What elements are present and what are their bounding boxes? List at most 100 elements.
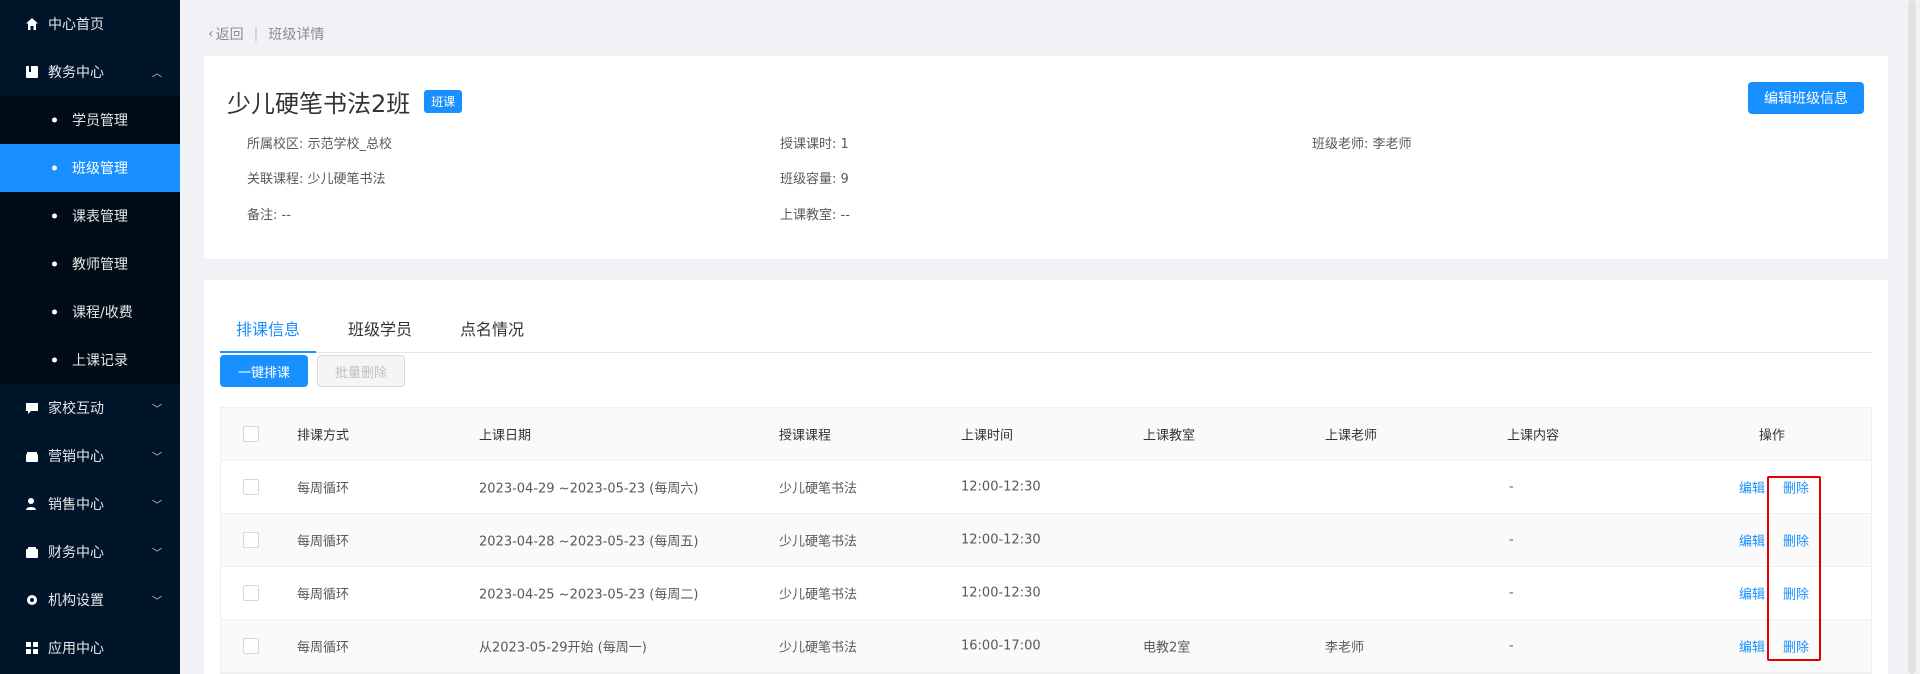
header-date: 上课日期 — [479, 428, 532, 444]
menu-apps[interactable]: 应用中心 — [0, 624, 180, 672]
back-label: 返回 — [215, 27, 244, 43]
menu-settings[interactable]: 机构设置 ﹀ — [0, 576, 180, 624]
cell-mode: 每周循环 — [297, 640, 350, 656]
table-row: 每周循环 2023-04-28 ~2023-05-23 (每周五) 少儿硬笔书法… — [221, 514, 1871, 567]
cell-date: 从2023-05-29开始 (每周一) — [479, 640, 647, 656]
bullet-icon — [52, 213, 57, 219]
menu-sales[interactable]: 销售中心 ﹀ — [0, 480, 180, 528]
edit-link[interactable]: 编辑 — [1739, 478, 1765, 497]
chat-icon — [24, 400, 40, 416]
cell-date: 2023-04-29 ~2023-05-23 (每周六) — [479, 481, 699, 497]
header-actions: 操作 — [1759, 428, 1786, 444]
chevron-down-icon: ﹀ — [152, 500, 162, 512]
cell-course: 少儿硬笔书法 — [779, 587, 858, 603]
apps-icon — [24, 640, 40, 656]
select-all-checkbox[interactable] — [243, 426, 259, 442]
info-classroom: 上课教室: -- — [780, 208, 850, 223]
home-icon — [24, 16, 40, 32]
auto-schedule-button[interactable]: 一键排课 — [220, 355, 308, 387]
chevron-up-icon: ︿ — [152, 68, 162, 80]
tab-attendance[interactable]: 点名情况 — [444, 304, 540, 352]
batch-delete-button[interactable]: 批量删除 — [317, 355, 405, 387]
schedule-table: 排课方式 上课日期 授课课程 上课时间 上课教室 上课老师 上课内容 操作 每周… — [220, 407, 1872, 674]
menu-label: 财务中心 — [48, 545, 104, 561]
header-teacher: 上课老师 — [1325, 428, 1378, 444]
menu-label: 销售中心 — [48, 497, 104, 513]
menu-label: 营销中心 — [48, 449, 104, 465]
menu-label: 机构设置 — [48, 593, 104, 609]
header-time: 上课时间 — [961, 428, 1014, 444]
menu-home[interactable]: 中心首页 — [0, 0, 180, 48]
page-title: 少儿硬笔书法2班 — [227, 90, 411, 118]
cell-time: 12:00-12:30 — [961, 479, 1041, 495]
sidebar-item-teachers[interactable]: 教师管理 — [0, 240, 180, 288]
bullet-icon — [52, 357, 57, 363]
row-checkbox[interactable] — [243, 638, 259, 654]
cell-content: - — [1509, 638, 1514, 654]
sub-label: 学员管理 — [72, 113, 128, 129]
scrollbar[interactable] — [1904, 0, 1920, 674]
gift-icon — [24, 448, 40, 464]
sidebar-item-records[interactable]: 上课记录 — [0, 336, 180, 384]
cell-course: 少儿硬笔书法 — [779, 534, 858, 550]
table-row: 每周循环 2023-04-25 ~2023-05-23 (每周二) 少儿硬笔书法… — [221, 567, 1871, 620]
sidebar-item-schedule[interactable]: 课表管理 — [0, 192, 180, 240]
table-header: 排课方式 上课日期 授课课程 上课时间 上课教室 上课老师 上课内容 操作 — [221, 408, 1871, 461]
breadcrumb: ‹ 返回 | 班级详情 — [208, 24, 324, 44]
row-checkbox[interactable] — [243, 585, 259, 601]
bullet-icon — [52, 309, 57, 315]
chevron-down-icon: ﹀ — [152, 404, 162, 416]
menu-academic[interactable]: 教务中心 ︿ — [0, 48, 180, 96]
sub-label: 教师管理 — [72, 257, 128, 273]
sub-label: 课程/收费 — [72, 305, 133, 321]
cell-mode: 每周循环 — [297, 587, 350, 603]
class-title-row: 少儿硬笔书法2班 班课 — [227, 84, 463, 119]
table-row: 每周循环 从2023-05-29开始 (每周一) 少儿硬笔书法 16:00-17… — [221, 620, 1871, 673]
back-link[interactable]: ‹ 返回 — [208, 24, 244, 44]
info-hours: 授课课时: 1 — [780, 137, 849, 152]
edit-class-button[interactable]: 编辑班级信息 — [1748, 82, 1864, 114]
header-mode: 排课方式 — [297, 428, 350, 444]
bullet-icon — [52, 261, 57, 267]
class-type-badge: 班课 — [424, 90, 463, 113]
cell-date: 2023-04-28 ~2023-05-23 (每周五) — [479, 534, 699, 550]
cell-mode: 每周循环 — [297, 481, 350, 497]
class-info-card: 少儿硬笔书法2班 班课 编辑班级信息 所属校区: 示范学校_总校 关联课程: 少… — [204, 56, 1888, 259]
row-checkbox[interactable] — [243, 532, 259, 548]
edit-link[interactable]: 编辑 — [1739, 637, 1765, 656]
cell-mode: 每周循环 — [297, 534, 350, 550]
menu-marketing[interactable]: 营销中心 ﹀ — [0, 432, 180, 480]
edit-link[interactable]: 编辑 — [1739, 584, 1765, 603]
cell-time: 12:00-12:30 — [961, 532, 1041, 548]
info-note: 备注: -- — [247, 208, 291, 223]
cell-time: 16:00-17:00 — [961, 638, 1041, 654]
sidebar: 中心首页 教务中心 ︿ 学员管理 班级管理 课表管理 教师管理 课程/收费 上课… — [0, 0, 180, 674]
book-icon — [24, 64, 40, 80]
edit-link[interactable]: 编辑 — [1739, 531, 1765, 550]
menu-finance[interactable]: 财务中心 ﹀ — [0, 528, 180, 576]
tab-bar: 排课信息 班级学员 点名情况 — [220, 304, 1872, 353]
gear-icon — [24, 592, 40, 608]
table-row: 每周循环 2023-04-29 ~2023-05-23 (每周六) 少儿硬笔书法… — [221, 461, 1871, 514]
chevron-left-icon: ‹ — [208, 26, 214, 42]
row-checkbox[interactable] — [243, 479, 259, 495]
sidebar-item-students[interactable]: 学员管理 — [0, 96, 180, 144]
main-content: ‹ 返回 | 班级详情 少儿硬笔书法2班 班课 编辑班级信息 所属校区: 示范学… — [180, 0, 1920, 674]
breadcrumb-separator: | — [253, 26, 259, 42]
academic-submenu: 学员管理 班级管理 课表管理 教师管理 课程/收费 上课记录 — [0, 96, 180, 384]
tab-students[interactable]: 班级学员 — [332, 304, 428, 352]
info-capacity: 班级容量: 9 — [780, 172, 849, 187]
sidebar-item-classes[interactable]: 班级管理 — [0, 144, 180, 192]
menu-home-school[interactable]: 家校互动 ﹀ — [0, 384, 180, 432]
scrollbar-thumb[interactable] — [1908, 0, 1916, 674]
menu-label: 应用中心 — [48, 641, 104, 657]
cell-teacher: 李老师 — [1325, 640, 1365, 656]
sub-label: 课表管理 — [72, 209, 128, 225]
tab-schedule[interactable]: 排课信息 — [220, 304, 317, 353]
schedule-card: 排课信息 班级学员 点名情况 一键排课 批量删除 排课方式 上课日期 授课课程 … — [204, 280, 1888, 674]
sidebar-item-courses[interactable]: 课程/收费 — [0, 288, 180, 336]
sub-label: 上课记录 — [72, 353, 128, 369]
bullet-icon — [52, 165, 57, 171]
cell-date: 2023-04-25 ~2023-05-23 (每周二) — [479, 587, 699, 603]
cell-course: 少儿硬笔书法 — [779, 640, 858, 656]
